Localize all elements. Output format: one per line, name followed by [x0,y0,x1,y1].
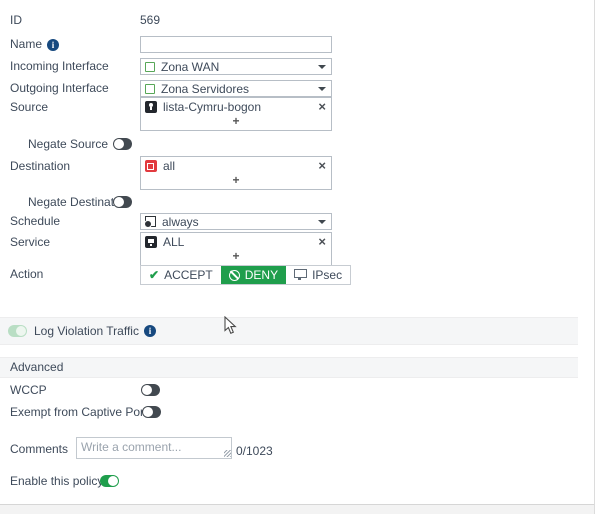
all-address-icon [145,160,157,172]
chevron-down-icon [318,87,326,91]
mouse-cursor-icon [224,316,238,336]
id-label: ID [10,12,22,29]
incoming-interface-select[interactable]: Zona WAN [140,58,332,75]
action-segmented-control: ✔ ACCEPT DENY IPsec [140,265,351,285]
schedule-value: always [162,215,199,229]
add-service-button[interactable]: + [141,250,331,265]
toggle-knob [114,197,124,207]
log-violation-toggle[interactable] [8,325,27,337]
name-input[interactable] [140,36,332,53]
incoming-interface-label: Incoming Interface [10,58,109,75]
destination-entry-label: all [163,159,175,173]
service-entry-label: ALL [163,235,184,249]
zone-icon [145,84,155,94]
advanced-label: Advanced [10,358,63,377]
advanced-section-header: Advanced [0,357,578,378]
negate-source-toggle[interactable] [113,138,132,150]
accept-label: ACCEPT [164,268,213,282]
exempt-captive-portal-toggle[interactable] [142,406,161,418]
negate-destination-toggle[interactable] [113,196,132,208]
action-deny-button[interactable]: DENY [221,266,286,284]
chevron-down-icon [318,220,326,224]
destination-label: Destination [10,158,70,175]
chevron-down-icon [318,65,326,69]
service-entry[interactable]: ALL × [141,233,331,250]
service-all-icon [145,236,157,248]
add-source-button[interactable]: + [141,115,331,130]
schedule-icon [145,216,156,227]
footer-bar [0,504,594,514]
panel-right-border [594,0,595,514]
resize-handle[interactable] [224,450,231,457]
info-icon: i [47,39,59,51]
toggle-knob [114,139,124,149]
wccp-label: WCCP [10,382,47,399]
id-value: 569 [140,12,160,29]
service-label: Service [10,234,50,251]
toggle-knob [16,326,26,336]
address-object-icon [145,101,157,113]
service-box: ALL × + [140,232,332,266]
outgoing-interface-value: Zona Servidores [161,82,249,96]
schedule-select[interactable]: always [140,213,332,230]
source-entry-label: lista-Cymru-bogon [163,100,261,114]
enable-policy-toggle[interactable] [100,475,119,487]
check-icon: ✔ [149,268,159,282]
action-accept-button[interactable]: ✔ ACCEPT [141,266,221,284]
toggle-knob [142,385,152,395]
deny-icon [229,270,240,281]
log-violation-band: Log Violation Traffic i [0,317,578,345]
source-entry[interactable]: lista-Cymru-bogon × [141,98,331,115]
exempt-captive-portal-label: Exempt from Captive Portal [10,404,157,421]
comments-textarea[interactable] [76,437,232,459]
log-violation-label: Log Violation Traffic [34,318,139,344]
deny-label: DENY [245,268,278,282]
comments-label: Comments [10,441,68,458]
outgoing-interface-select[interactable]: Zona Servidores [140,80,332,97]
action-label: Action [10,266,43,283]
remove-icon[interactable]: × [318,157,326,174]
monitor-icon [294,269,307,278]
ipsec-label: IPsec [312,268,342,282]
add-destination-button[interactable]: + [141,174,331,189]
wccp-toggle[interactable] [141,384,160,396]
name-label: Name [10,36,42,53]
incoming-interface-value: Zona WAN [161,60,219,74]
outgoing-interface-label: Outgoing Interface [10,80,109,97]
source-label: Source [10,99,48,116]
firewall-policy-edit-form: ID 569 Name i Incoming Interface Zona WA… [0,0,600,514]
toggle-knob [108,476,118,486]
source-box: lista-Cymru-bogon × + [140,97,332,131]
toggle-knob [143,407,153,417]
action-ipsec-button[interactable]: IPsec [286,266,350,284]
remove-icon[interactable]: × [318,98,326,115]
destination-box: all × + [140,156,332,190]
remove-icon[interactable]: × [318,233,326,250]
enable-policy-label: Enable this policy [10,473,103,490]
negate-source-label: Negate Source [28,136,108,153]
zone-icon [145,62,155,72]
schedule-label: Schedule [10,213,60,230]
info-icon: i [144,325,156,337]
comments-counter: 0/1023 [236,443,273,460]
destination-entry[interactable]: all × [141,157,331,174]
